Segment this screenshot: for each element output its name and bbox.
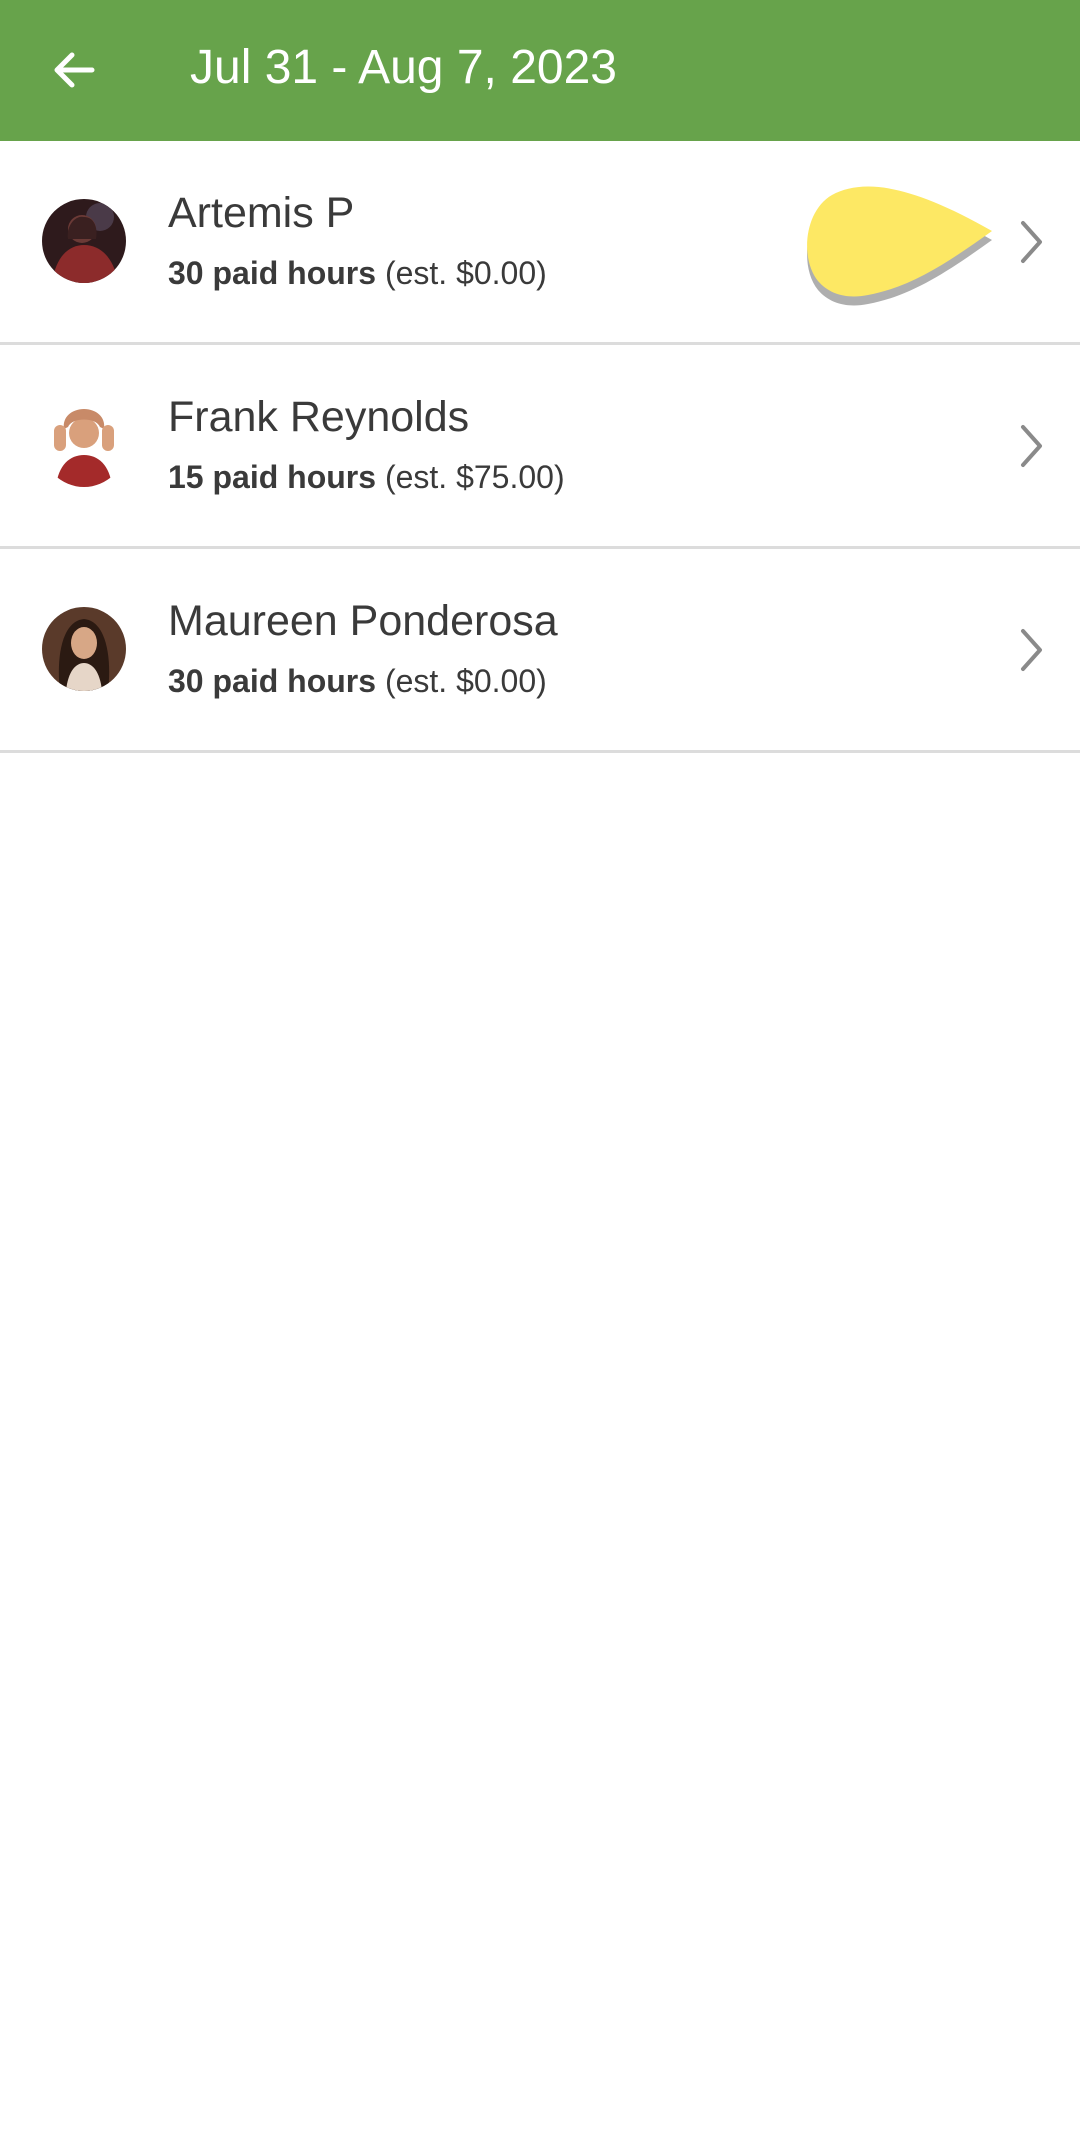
avatar [42, 403, 126, 487]
arrow-left-icon [54, 52, 95, 88]
employee-list: Artemis P 30 paid hours (est. $0.00) Fra… [0, 141, 1080, 753]
estimated-pay: (est. $0.00) [384, 255, 547, 291]
chevron-right-icon [1021, 221, 1042, 263]
employee-pay-summary: 30 paid hours (est. $0.00) [168, 663, 547, 700]
page-title: Jul 31 - Aug 7, 2023 [190, 41, 617, 94]
employee-name: Frank Reynolds [168, 393, 470, 441]
chevron-right-icon [1021, 425, 1042, 467]
estimated-pay: (est. $0.00) [384, 663, 547, 699]
list-item-frank-reynolds[interactable]: Frank Reynolds 15 paid hours (est. $75.0… [0, 345, 1080, 549]
employee-pay-summary: 30 paid hours (est. $0.00) [168, 255, 547, 292]
avatar [42, 199, 126, 283]
chevron-right-icon [1021, 629, 1042, 671]
paid-hours: 30 paid hours [168, 255, 377, 291]
back-button[interactable] [34, 30, 114, 110]
yellow-drop-marker-icon [807, 186, 992, 306]
app-bar: Jul 31 - Aug 7, 2023 [0, 0, 1080, 141]
paid-hours: 15 paid hours [168, 459, 377, 495]
estimated-pay: (est. $75.00) [384, 459, 565, 495]
employee-pay-summary: 15 paid hours (est. $75.00) [168, 459, 565, 496]
avatar [42, 607, 126, 691]
employee-name: Maureen Ponderosa [168, 597, 558, 645]
list-item-maureen-ponderosa[interactable]: Maureen Ponderosa 30 paid hours (est. $0… [0, 549, 1080, 753]
paid-hours: 30 paid hours [168, 663, 377, 699]
list-item-artemis-p[interactable]: Artemis P 30 paid hours (est. $0.00) [0, 141, 1080, 345]
employee-name: Artemis P [168, 189, 355, 237]
